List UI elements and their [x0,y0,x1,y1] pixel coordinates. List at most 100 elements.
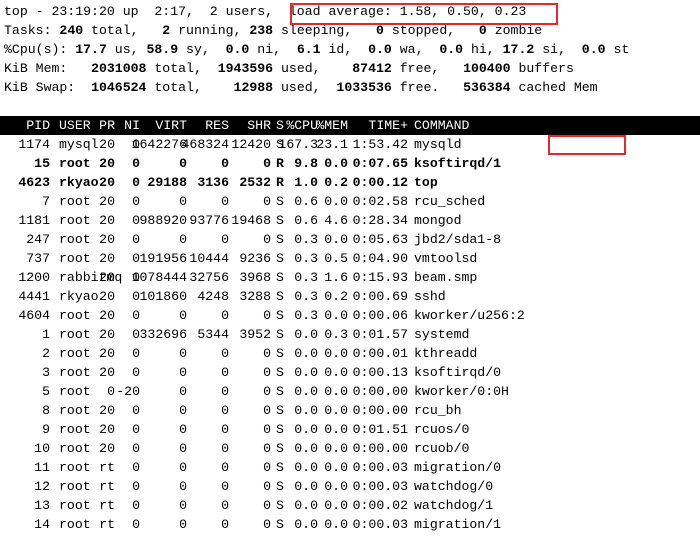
cell-shr: 0 [263,308,271,323]
column-header-state: S [276,118,284,133]
summary-text: hi, [463,42,503,57]
cell-pid: 1181 [18,213,50,228]
column-header-pr: PR [99,118,115,133]
table-row[interactable]: 247 root 20 0 0 0 0 S 0.3 0.0 0:05.63 jbd2/sda1-8 [0,230,700,249]
cell-cpu: 0.3 [294,308,318,323]
cell-shr: 2532 [239,175,271,190]
cell-pid: 14 [34,517,50,532]
table-row[interactable]: 4441 rkyao 20 0 101860 4248 3288 S 0.3 0.2 0:00.69… [0,287,700,306]
cell-virt: 0 [179,441,187,456]
cell-cpu: 0.0 [294,365,318,380]
cell-state: S [276,365,284,380]
cell-pr: 20 [99,327,115,342]
cell-time: 0:00.03 [352,460,408,475]
cell-command: rcuob/0 [414,441,470,456]
cell-state: S [276,213,284,228]
table-row[interactable]: 4604 root 20 0 0 0 0 S 0.3 0.0 0:00.06 kworker/u256… [0,306,700,325]
summary-text: stopped, [383,23,479,38]
cell-shr: 0 [263,346,271,361]
column-header-res: RES [205,118,229,133]
cell-user: root [59,479,91,494]
cell-time: 0:00.12 [352,175,408,190]
cell-pr: rt [99,460,115,475]
cell-mem: 0.2 [324,289,348,304]
cell-res: 0 [221,517,229,532]
cell-mem: 4.6 [324,213,348,228]
summary-value: 0.0 [581,42,606,57]
cell-time: 0:01.51 [352,422,408,437]
cell-time: 0:00.69 [352,289,408,304]
cell-user: root [59,213,91,228]
cell-command: watchdog/0 [414,479,494,494]
cell-shr: 0 [263,441,271,456]
table-row[interactable]: 12 root rt 0 0 0 0 S 0.0 0.0 0:00.03 watchdog/0 [0,477,700,496]
cell-res: 0 [221,498,229,513]
table-row[interactable]: 13 root rt 0 0 0 0 S 0.0 0.0 0:00.02 watchdog/1 [0,496,700,515]
table-row[interactable]: 737 root 20 0 191956 10444 9236 S 0.3 0.5 0:04.90 v… [0,249,700,268]
summary-value: 0.0 [439,42,464,57]
cell-virt: 101860 [139,289,187,304]
swap-line: KiB Swap: 1046524 total, 12988 used, 103… [4,78,598,97]
cell-time: 0:00.03 [352,479,408,494]
cell-state: S [276,441,284,456]
cell-shr: 3968 [239,270,271,285]
cell-command: migration/0 [414,460,502,475]
table-row[interactable]: 1200 rabbitmq 20 0 1078444 32756 3968 S 0.3 1.6 0:… [0,268,700,287]
cell-shr: 3952 [239,327,271,342]
summary-text: id, [320,42,369,57]
process-table-header: PID USER PR NI VIRT RES SHR S %CPU %MEM TIME+ COMMA… [0,116,700,135]
cell-res: 93776 [189,213,229,228]
table-row[interactable]: 4623 rkyao 20 0 29188 3136 2532 R 1.0 0.2 0:00.12 t… [0,173,700,192]
table-row[interactable]: 10 root 20 0 0 0 0 S 0.0 0.0 0:00.00 rcuob/0 [0,439,700,458]
table-row[interactable]: 1181 root 20 0 988920 93776 19468 S 0.6 4.6 0:28.3… [0,211,700,230]
cell-cpu: 0.0 [294,498,318,513]
cell-ni: 0 [132,517,140,532]
table-row[interactable]: 5 root 0 -20 0 0 0 S 0.0 0.0 0:00.00 kworker/0:0H [0,382,700,401]
cell-virt: 29188 [147,175,187,190]
cell-res: 0 [221,422,229,437]
cell-shr: 0 [263,365,271,380]
cell-pr: 20 [99,213,115,228]
cell-state: S [276,422,284,437]
cell-mem: 0.2 [324,175,348,190]
cell-res: 0 [221,194,229,209]
cell-mem: 0.5 [324,251,348,266]
load-average-highlight [290,3,558,25]
cell-command: ksoftirqd/1 [414,156,502,171]
table-row[interactable]: 2 root 20 0 0 0 0 S 0.0 0.0 0:00.01 kthreadd [0,344,700,363]
summary-text: ni, [249,42,297,57]
cell-pid: 737 [26,251,50,266]
cell-virt: 0 [179,384,187,399]
cell-mem: 0.0 [324,346,348,361]
summary-text: free. [391,80,464,95]
summary-value: 0 [478,23,487,38]
cell-user: root [59,422,91,437]
cell-time: 0:04.90 [352,251,408,266]
cell-res: 4248 [197,289,229,304]
cell-virt: 0 [179,365,187,380]
cell-res: 0 [221,441,229,456]
table-row[interactable]: 9 root 20 0 0 0 0 S 0.0 0.0 0:01.51 rcuos/0 [0,420,700,439]
cell-virt: 0 [179,308,187,323]
cell-cpu: 9.8 [294,156,318,171]
cell-ni: 0 [132,308,140,323]
table-row[interactable]: 3 root 20 0 0 0 0 S 0.0 0.0 0:00.13 ksoftirqd/0 [0,363,700,382]
table-row[interactable]: 15 root 20 0 0 0 0 R 9.8 0.0 0:07.65 ksoftirqd/1 [0,154,700,173]
summary-text: running, [170,23,250,38]
cell-ni: -20 [116,384,140,399]
cell-command: jbd2/sda1-8 [414,232,502,247]
table-row[interactable]: 11 root rt 0 0 0 0 S 0.0 0.0 0:00.03 migration/0 [0,458,700,477]
table-row[interactable]: 1 root 20 0 332696 5344 3952 S 0.0 0.3 0:01.57 syst… [0,325,700,344]
cell-shr: 0 [263,517,271,532]
cell-virt: 191956 [139,251,187,266]
cell-state: S [276,308,284,323]
cell-pr: 20 [99,422,115,437]
cell-mem: 0.0 [324,403,348,418]
cell-shr: 0 [263,403,271,418]
table-row[interactable]: 14 root rt 0 0 0 0 S 0.0 0.0 0:00.03 migration/1 [0,515,700,534]
table-row[interactable]: 7 root 20 0 0 0 0 S 0.6 0.0 0:02.58 rcu_sched [0,192,700,211]
cell-virt: 0 [179,517,187,532]
cell-pr: 20 [99,232,115,247]
table-row[interactable]: 8 root 20 0 0 0 0 S 0.0 0.0 0:00.00 rcu_bh [0,401,700,420]
cell-state: S [276,479,284,494]
